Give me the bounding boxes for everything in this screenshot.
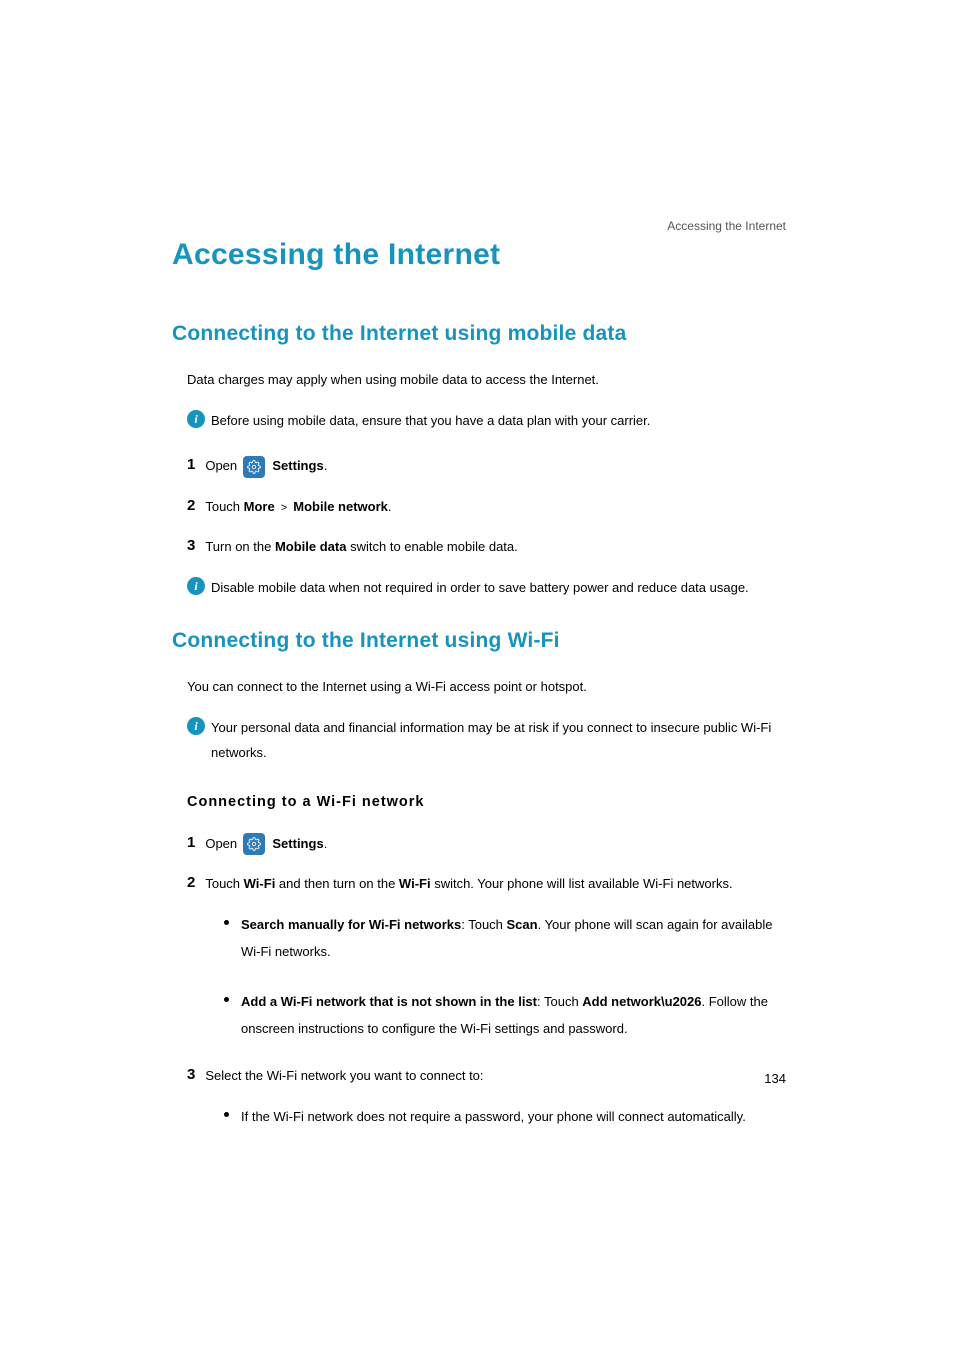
text-fragment: Open — [205, 836, 240, 851]
text-bold: More — [244, 499, 275, 514]
text-fragment: switch. Your phone will list available W… — [431, 876, 733, 891]
bullet-item: If the Wi-Fi network does not require a … — [224, 1103, 786, 1130]
info-icon: i — [187, 410, 205, 428]
text-fragment: Touch — [205, 499, 243, 514]
text-bold: Mobile data — [275, 539, 347, 554]
text-fragment: Open — [205, 458, 240, 473]
info-icon: i — [187, 577, 205, 595]
text-bold: Wi-Fi — [244, 876, 276, 891]
bullet-item: Add a Wi-Fi network that is not shown in… — [224, 988, 786, 1043]
info-block-2: i Disable mobile data when not required … — [187, 576, 786, 601]
text-bold: Wi-Fi — [399, 876, 431, 891]
step-num: 2 — [187, 872, 195, 895]
bullet-list-2: If the Wi-Fi network does not require a … — [224, 1103, 786, 1130]
text-fragment: and then turn on the — [275, 876, 399, 891]
text-fragment: > — [278, 502, 291, 514]
text-bold: Mobile network — [293, 499, 388, 514]
text-bold: Add network\u2026 — [582, 994, 701, 1009]
text-fragment: : Touch — [461, 917, 506, 932]
bullet-dot-icon — [224, 1112, 229, 1117]
section2-title: Connecting to the Internet using Wi-Fi — [172, 629, 786, 653]
info-text-2: Disable mobile data when not required in… — [211, 576, 749, 601]
info-text-3: Your personal data and financial informa… — [211, 716, 786, 765]
text-bold: Add a Wi-Fi network that is not shown in… — [241, 994, 537, 1009]
step-text: Select the Wi-Fi network you want to con… — [205, 1064, 483, 1089]
bullet-text: Search manually for Wi-Fi networks: Touc… — [241, 911, 786, 966]
step-1: 1 Open Settings. — [187, 454, 786, 479]
info-block-1: i Before using mobile data, ensure that … — [187, 409, 786, 434]
step-num: 1 — [187, 832, 195, 855]
step-text: Touch Wi-Fi and then turn on the Wi-Fi s… — [205, 872, 732, 897]
page-content: Accessing the Internet Connecting to the… — [0, 0, 954, 1130]
text-bold: Settings — [272, 458, 323, 473]
section1-intro: Data charges may apply when using mobile… — [187, 368, 786, 391]
text-bold: Settings — [272, 836, 323, 851]
step-2: 2 Touch More > Mobile network. — [187, 495, 786, 520]
info-icon: i — [187, 717, 205, 735]
step-text: Open Settings. — [205, 832, 327, 857]
step-s2-2: 2 Touch Wi-Fi and then turn on the Wi-Fi… — [187, 872, 786, 897]
bullet-list-1: Search manually for Wi-Fi networks: Touc… — [224, 911, 786, 1042]
text-fragment: Touch — [205, 876, 243, 891]
settings-icon — [243, 456, 265, 478]
info-block-3: i Your personal data and financial infor… — [187, 716, 786, 765]
step-3: 3 Turn on the Mobile data switch to enab… — [187, 535, 786, 560]
text-bold: Scan — [507, 917, 538, 932]
subsection-title: Connecting to a Wi-Fi network — [187, 794, 786, 810]
bullet-text: If the Wi-Fi network does not require a … — [241, 1103, 746, 1130]
text-fragment: Turn on the — [205, 539, 275, 554]
step-block-s2-3: 3 Select the Wi-Fi network you want to c… — [172, 1064, 786, 1130]
step-text-1: Open Settings. — [205, 454, 327, 479]
text-fragment: : Touch — [537, 994, 582, 1009]
page-title: Accessing the Internet — [172, 238, 786, 272]
step-num-3: 3 — [187, 535, 195, 558]
step-s2-1: 1 Open Settings. — [187, 832, 786, 857]
step-block-s2-2: 2 Touch Wi-Fi and then turn on the Wi-Fi… — [172, 872, 786, 1042]
text-bold: Search manually for Wi-Fi networks — [241, 917, 461, 932]
breadcrumb: Accessing the Internet — [667, 219, 786, 233]
step-num: 3 — [187, 1064, 195, 1087]
step-num-2: 2 — [187, 495, 195, 518]
step-s2-3: 3 Select the Wi-Fi network you want to c… — [187, 1064, 786, 1089]
bullet-text: Add a Wi-Fi network that is not shown in… — [241, 988, 786, 1043]
step-text-3: Turn on the Mobile data switch to enable… — [205, 535, 517, 560]
bullet-dot-icon — [224, 997, 229, 1002]
info-text-1: Before using mobile data, ensure that yo… — [211, 409, 650, 434]
bullet-item: Search manually for Wi-Fi networks: Touc… — [224, 911, 786, 966]
settings-icon — [243, 833, 265, 855]
text-fragment: switch to enable mobile data. — [346, 539, 517, 554]
section1-title: Connecting to the Internet using mobile … — [172, 322, 786, 346]
bullet-dot-icon — [224, 920, 229, 925]
page-number: 134 — [764, 1071, 786, 1086]
text-fragment: Select the Wi-Fi network you want to con… — [205, 1068, 483, 1083]
step-text-2: Touch More > Mobile network. — [205, 495, 391, 520]
section2-intro: You can connect to the Internet using a … — [187, 675, 786, 698]
step-num-1: 1 — [187, 454, 195, 477]
